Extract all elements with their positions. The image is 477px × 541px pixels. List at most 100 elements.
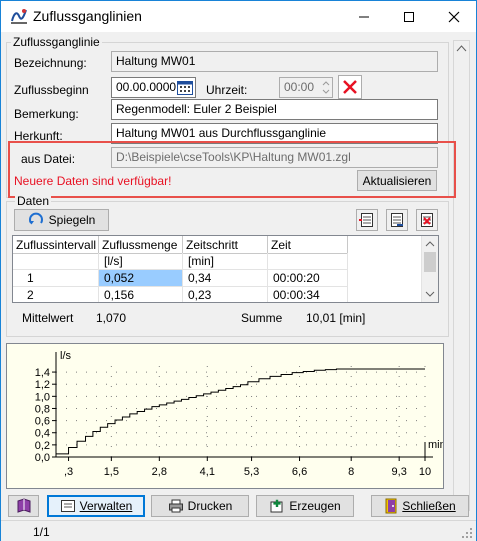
append-row-button[interactable] (386, 209, 408, 231)
spiegeln-label: Spiegeln (48, 213, 96, 227)
chart-y-tick-label: 0,8 (35, 403, 50, 415)
chart-y-tick-label: 1,2 (35, 379, 50, 391)
table-cell[interactable]: 0,23 (183, 287, 268, 302)
table-cell[interactable]: 0,34 (183, 270, 268, 287)
schliessen-label: Schließen (402, 499, 456, 513)
chart-x-tick-label: 8 (348, 466, 354, 478)
red-x-icon (343, 80, 357, 94)
append-row-icon (391, 213, 403, 227)
schliessen-button[interactable]: Schließen (371, 495, 469, 517)
zuflussbeginn-value: 00.00.0000 (116, 80, 177, 94)
uhrzeit-label: Uhrzeit: (206, 83, 248, 97)
aktualisieren-button[interactable]: Aktualisieren (357, 170, 437, 191)
chart-x-tick-label: 9,3 (392, 466, 407, 478)
summe-value: 10,01 [min] (306, 311, 366, 325)
chart-x-tick-label: 4,1 (200, 466, 215, 478)
uhrzeit-spinner-icon[interactable] (321, 79, 331, 96)
title-bar[interactable]: Zuflussganglinien (1, 1, 476, 32)
book-button[interactable] (8, 495, 39, 517)
grid-scroll-up-icon (425, 241, 435, 247)
table-cell[interactable]: 2 (13, 287, 99, 302)
summe-label: Summe (241, 311, 283, 325)
close-button[interactable] (431, 1, 476, 32)
page-indicator: 1/1 (33, 525, 50, 539)
door-exit-icon (385, 498, 397, 514)
erzeugen-button[interactable]: Erzeugen (256, 495, 354, 517)
chart-y-tick-label: 0,2 (35, 440, 50, 452)
delete-row-icon (421, 213, 433, 227)
chart-y-axis-label: l/s (60, 350, 72, 362)
table-cell[interactable]: 00:00:20 (268, 270, 348, 287)
chart-y-tick-label: 0,6 (35, 416, 50, 428)
create-icon (270, 499, 283, 513)
daten-group-label: Daten (15, 194, 52, 208)
grid-scroll-thumb[interactable] (424, 252, 436, 272)
drucken-button[interactable]: Drucken (151, 495, 249, 517)
chart-x-tick-label: 2,8 (152, 466, 167, 478)
unit-cell (13, 253, 99, 270)
resize-grip-icon[interactable] (461, 527, 473, 539)
scroll-up-icon (456, 45, 467, 52)
printer-icon (168, 499, 183, 513)
insert-row-button[interactable] (356, 209, 378, 231)
manage-icon (60, 500, 75, 512)
zuflussbeginn-label: Zuflussbeginn (14, 83, 89, 97)
spiegeln-button[interactable]: Spiegeln (14, 209, 109, 231)
erzeugen-label: Erzeugen (289, 499, 341, 513)
col-header-zeit[interactable]: Zeit (268, 236, 348, 254)
calendar-icon[interactable] (177, 80, 193, 95)
table-cell[interactable]: 1 (13, 270, 99, 287)
grid-scrollbar[interactable] (421, 236, 438, 302)
window-title: Zuflussganglinien (33, 8, 142, 24)
status-bar: 1/1 (1, 520, 476, 541)
mirror-icon (28, 212, 43, 225)
bemerkung-field[interactable]: Regenmodell: Euler 2 Beispiel (111, 99, 438, 120)
book-icon (17, 498, 30, 513)
newer-data-warning: Neuere Daten sind verfügbar! (14, 174, 172, 188)
col-header-zuflussintervall[interactable]: Zuflussintervall (13, 236, 99, 254)
unit-cell: [l/s] (99, 253, 183, 270)
chart-container: 1,4 1,2 1,0 0,8 0,6 0,4 0,2 0,0 ,3 1,5 2,8 4,1 5,3 6,… (6, 343, 446, 489)
unit-cell (268, 253, 348, 270)
minimize-button[interactable] (341, 1, 386, 32)
maximize-icon (403, 11, 414, 22)
chart-y-tick-label: 0,4 (35, 428, 50, 440)
chart-x-tick-label: ,3 (64, 466, 73, 478)
chart-x-axis-label: min (428, 439, 443, 451)
uhrzeit-value: 00:00 (284, 80, 315, 94)
table-cell[interactable]: 0,156 (99, 287, 183, 302)
close-icon (448, 11, 459, 22)
window-scrollbar[interactable] (453, 40, 470, 511)
verwalten-label: Verwalten (79, 499, 133, 513)
unit-cell: [min] (183, 253, 268, 270)
insert-row-icon (359, 213, 373, 227)
table-cell-selected[interactable]: 0,052 (99, 270, 183, 287)
maximize-button[interactable] (386, 1, 431, 32)
table-cell[interactable]: 00:00:34 (268, 287, 348, 302)
minimize-icon (358, 16, 369, 17)
chart-y-tick-label: 0,0 (35, 452, 50, 464)
chart-y-tick-label: 1,0 (35, 391, 50, 403)
clear-time-button[interactable] (338, 75, 362, 99)
drucken-label: Drucken (187, 499, 233, 513)
delete-row-button[interactable] (416, 209, 438, 231)
ausdatei-field[interactable]: D:\Beispiele\cseTools\KP\Haltung MW01.zg… (111, 147, 438, 168)
chart-y-tick-label: 1,4 (35, 367, 50, 379)
chart-x-tick-label: 1,5 (104, 466, 119, 478)
verwalten-button[interactable]: Verwalten (47, 495, 145, 517)
col-header-zeitschritt[interactable]: Zeitschritt (183, 236, 268, 254)
ausdatei-label: aus Datei: (21, 152, 76, 166)
bezeichnung-label: Bezeichnung: (14, 56, 87, 70)
hydrograph-chart: 1,41,21,00,80,60,40,20,0 ,3 1,5 2,8 4,1 5,3 6,… (7, 344, 446, 488)
window: Zuflussganglinien Zuflussganglinie Bezei… (0, 0, 477, 541)
chart-x-tick-label: 6,6 (292, 466, 307, 478)
data-grid[interactable]: Zuflussintervall Zuflussmenge Zeitschrit… (12, 235, 439, 303)
chart-x-tick-label: 5,3 (244, 466, 259, 478)
bezeichnung-field[interactable]: Haltung MW01 (111, 51, 438, 72)
grid-scroll-down-icon (425, 291, 435, 297)
zuflussbeginn-field[interactable]: 00.00.0000 (111, 77, 196, 98)
chart-x-tick-label: 10 (419, 466, 431, 478)
col-header-zuflussmenge[interactable]: Zuflussmenge (99, 236, 183, 254)
uhrzeit-field[interactable]: 00:00 (279, 77, 333, 98)
zuflussganglinie-group-label: Zuflussganglinie (11, 35, 102, 49)
